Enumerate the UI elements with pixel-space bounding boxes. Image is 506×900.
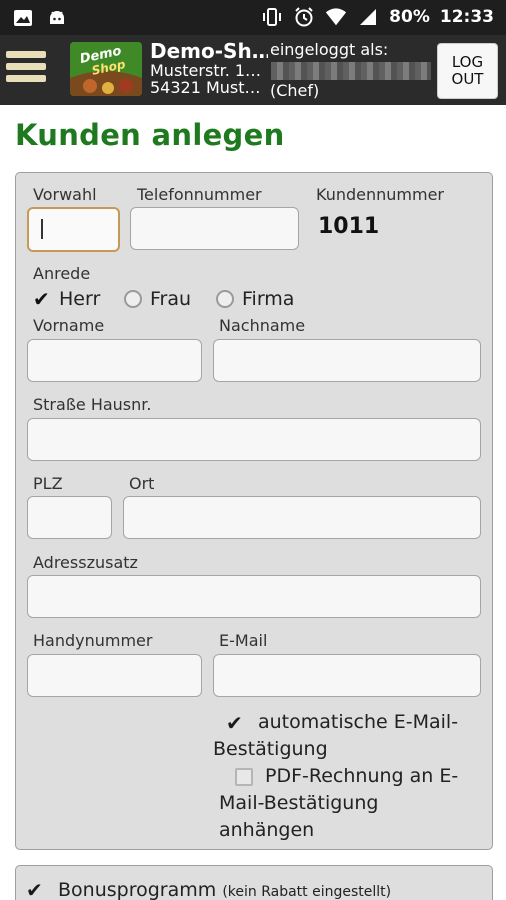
pdf-label-line1: PDF-Rechnung an E- (265, 765, 459, 787)
image-notification-icon (12, 7, 34, 29)
wifi-icon (325, 6, 347, 28)
pdf-label-line3: anhängen (219, 819, 315, 841)
vorwahl-input[interactable] (27, 207, 120, 252)
checkmark-icon: ✔ (26, 878, 43, 900)
anrede-herr-option[interactable]: ✔ Herr (33, 288, 100, 310)
alarm-icon (293, 6, 315, 28)
adresszusatz-label: Adresszusatz (33, 553, 138, 572)
anrede-frau-option[interactable]: Frau (124, 288, 191, 310)
anrede-herr-label: Herr (59, 288, 101, 310)
login-label: eingeloggt als: (270, 40, 389, 59)
android-icon (46, 7, 68, 29)
logout-button[interactable]: LOG OUT (437, 43, 498, 99)
checkmark-icon: ✔ (226, 711, 243, 735)
email-input[interactable] (213, 654, 481, 697)
checkmark-icon: ✔ (33, 287, 50, 311)
pdf-rechnung-checkbox[interactable] (235, 768, 253, 786)
clock: 12:33 (439, 7, 494, 27)
handy-input[interactable] (27, 654, 202, 697)
vorname-label: Vorname (33, 316, 105, 335)
bonus-checkbox[interactable]: ✔ (26, 878, 43, 900)
bonus-section: ✔ Bonusprogramm (kein Rabatt eingestellt… (15, 865, 493, 900)
radio-icon (124, 290, 142, 308)
anrede-firma-option[interactable]: Firma (216, 288, 294, 310)
anrede-firma-label: Firma (242, 288, 295, 310)
status-bar: 80% 12:33 (0, 0, 506, 35)
anrede-label: Anrede (33, 264, 91, 283)
shop-address-line1: Musterstr. 1… (150, 62, 262, 80)
login-role: (Chef) (270, 81, 320, 100)
telefon-input[interactable] (130, 207, 299, 250)
auto-email-label-line2: Bestätigung (213, 738, 328, 760)
signal-icon (357, 6, 379, 28)
radio-icon (216, 290, 234, 308)
vorwahl-label: Vorwahl (33, 185, 97, 204)
vibrate-icon (261, 6, 283, 28)
telefon-label: Telefonnummer (137, 185, 262, 204)
email-label: E-Mail (219, 631, 268, 650)
battery-level: 80% (389, 7, 430, 27)
nachname-input[interactable] (213, 339, 481, 382)
nachname-label: Nachname (219, 316, 306, 335)
customer-form: Vorwahl Telefonnummer Kundennummer 1011 … (15, 172, 493, 850)
vorname-input[interactable] (27, 339, 202, 382)
shop-logo: Demo Shop (70, 42, 142, 96)
anrede-frau-label: Frau (150, 288, 192, 310)
app-header: Demo Shop Demo-Sh… Musterstr. 1… 54321 M… (0, 35, 506, 105)
logout-label-line2: OUT (451, 70, 484, 88)
pdf-label-line2: Mail-Bestätigung (219, 792, 379, 814)
hamburger-menu-icon[interactable] (6, 47, 48, 93)
ort-label: Ort (129, 474, 155, 493)
shop-address-line2: 54321 Must… (150, 78, 261, 96)
shop-address: Musterstr. 1… 54321 Must… (150, 62, 268, 96)
login-username-redacted (271, 62, 431, 80)
ort-input[interactable] (123, 496, 481, 539)
strasse-input[interactable] (27, 418, 481, 461)
auto-email-checkbox[interactable]: ✔ (226, 711, 250, 735)
system-status: 80% 12:33 (261, 6, 494, 28)
notification-icons (12, 7, 68, 29)
shop-name: Demo-Sh… (150, 39, 268, 63)
bonus-label: Bonusprogramm (58, 879, 217, 900)
bonus-label-row: Bonusprogramm (kein Rabatt eingestellt) (58, 879, 391, 900)
strasse-label: Straße Hausnr. (33, 395, 152, 414)
plz-input[interactable] (27, 496, 112, 539)
page-title: Kunden anlegen (15, 118, 285, 152)
kundennummer-label: Kundennummer (316, 185, 444, 204)
adresszusatz-input[interactable] (27, 575, 481, 618)
kundennummer-value: 1011 (318, 214, 380, 239)
logout-label-line1: LOG (451, 53, 484, 71)
bonus-note: (kein Rabatt eingestellt) (222, 884, 392, 900)
auto-email-label-line1: automatische E-Mail- (258, 711, 459, 733)
text-caret (41, 219, 43, 239)
plz-label: PLZ (33, 474, 63, 493)
handy-label: Handynummer (33, 631, 153, 650)
